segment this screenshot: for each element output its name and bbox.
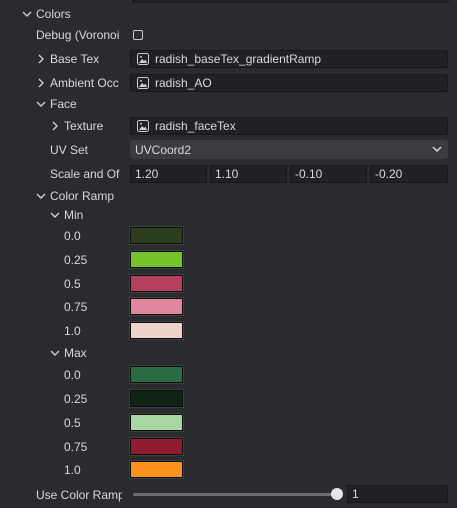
texture-label: Texture <box>64 119 104 133</box>
color-ramp-label: Color Ramp <box>50 189 115 203</box>
colors-section-header[interactable]: Colors <box>0 3 457 25</box>
min-label: Min <box>64 208 84 222</box>
face-section-header[interactable]: Face <box>0 93 457 115</box>
base-tex-row: Base Tex radish_baseTex_gradientRamp <box>0 48 457 70</box>
min-header[interactable]: Min <box>0 204 457 226</box>
chevron-down-icon <box>432 146 442 153</box>
texture-value: radish_faceTex <box>155 119 236 133</box>
base-tex-field[interactable]: radish_baseTex_gradientRamp <box>130 50 448 68</box>
min-stop-label: 0.5 <box>64 277 81 291</box>
max-stop-label: 0.25 <box>64 392 88 406</box>
max-stop-label: 1.0 <box>64 463 81 477</box>
min-stop-label: 1.0 <box>64 324 81 338</box>
base-tex-value: radish_baseTex_gradientRamp <box>155 52 322 66</box>
chevron-down-icon[interactable] <box>21 8 33 20</box>
chevron-down-icon[interactable] <box>49 347 61 359</box>
max-color-swatch[interactable] <box>129 365 184 384</box>
min-stop-label: 0.75 <box>64 300 88 314</box>
max-color-swatch[interactable] <box>129 460 184 479</box>
chevron-down-icon[interactable] <box>35 190 47 202</box>
min-color-swatch[interactable] <box>129 226 184 245</box>
offset-y-field[interactable]: -0.20 <box>370 165 448 183</box>
chevron-right-icon[interactable] <box>35 77 47 89</box>
uv-set-label: UV Set <box>50 143 89 157</box>
colors-section-label: Colors <box>36 7 71 21</box>
ambient-occ-value: radish_AO <box>155 76 212 90</box>
min-color-swatch[interactable] <box>129 297 184 316</box>
ambient-occ-field[interactable]: radish_AO <box>130 74 448 92</box>
ambient-occ-label: Ambient Occ <box>50 76 119 90</box>
use-color-ramp-label: Use Color Ramp <box>36 488 122 502</box>
max-header[interactable]: Max <box>0 342 457 364</box>
texture-icon <box>137 53 149 65</box>
use-color-ramp-value-field[interactable]: 1 <box>347 485 448 503</box>
scale-offset-label: Scale and Of <box>50 167 120 181</box>
chevron-right-icon[interactable] <box>35 53 47 65</box>
min-stop-label: 0.25 <box>64 253 88 267</box>
use-color-ramp-slider-track[interactable] <box>133 493 337 496</box>
max-color-swatch[interactable] <box>129 437 184 456</box>
base-tex-label: Base Tex <box>50 52 100 66</box>
use-color-ramp-slider-thumb[interactable] <box>331 488 343 500</box>
texture-field[interactable]: radish_faceTex <box>130 117 448 135</box>
offset-x-field[interactable]: -0.10 <box>290 165 367 183</box>
max-color-swatch[interactable] <box>129 389 184 408</box>
texture-icon <box>137 120 149 132</box>
debug-label: Debug (Voronoi <box>36 28 120 42</box>
min-color-swatch[interactable] <box>129 250 184 269</box>
min-stop-label: 0.0 <box>64 229 81 243</box>
max-stop-label: 0.5 <box>64 416 81 430</box>
chevron-down-icon[interactable] <box>35 98 47 110</box>
max-label: Max <box>64 346 87 360</box>
debug-row: Debug (Voronoi <box>0 24 457 46</box>
ambient-occ-row: Ambient Occ radish_AO <box>0 72 457 94</box>
debug-checkbox[interactable] <box>133 30 143 40</box>
uv-set-dropdown[interactable]: UVCoord2 <box>130 140 448 159</box>
max-stop-label: 0.0 <box>64 368 81 382</box>
uv-set-value: UVCoord2 <box>135 142 192 157</box>
min-color-swatch[interactable] <box>129 274 184 293</box>
chevron-down-icon[interactable] <box>49 209 61 221</box>
chevron-right-icon[interactable] <box>49 120 61 132</box>
scale-y-field[interactable]: 1.10 <box>210 165 287 183</box>
min-color-swatch[interactable] <box>129 321 184 340</box>
max-color-swatch[interactable] <box>129 413 184 432</box>
scale-x-field[interactable]: 1.20 <box>130 165 207 183</box>
face-section-label: Face <box>50 97 77 111</box>
texture-row: Texture radish_faceTex <box>0 115 457 137</box>
texture-icon <box>137 77 149 89</box>
max-stop-label: 0.75 <box>64 440 88 454</box>
